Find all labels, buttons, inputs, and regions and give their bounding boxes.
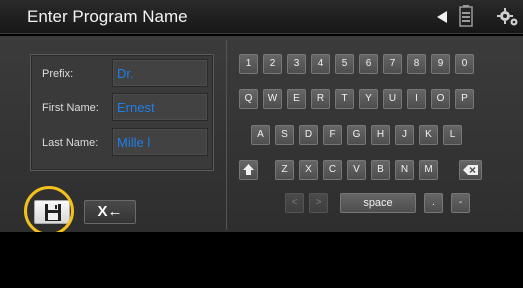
- key-3[interactable]: 3: [287, 54, 306, 74]
- prefix-field[interactable]: Dr.: [112, 59, 208, 87]
- key-z[interactable]: Z: [275, 160, 294, 180]
- battery-icon: [459, 5, 473, 27]
- cursor-right-key[interactable]: >: [309, 193, 328, 213]
- key-d[interactable]: D: [299, 125, 318, 145]
- key-b[interactable]: B: [371, 160, 390, 180]
- key-m[interactable]: M: [419, 160, 438, 180]
- back-triangle-icon[interactable]: [436, 11, 448, 23]
- key-8[interactable]: 8: [407, 54, 426, 74]
- key-0[interactable]: 0: [455, 54, 474, 74]
- prefix-label: Prefix:: [42, 68, 74, 80]
- key-u[interactable]: U: [383, 89, 402, 109]
- highlight-ring: [24, 186, 74, 236]
- space-key[interactable]: space: [340, 193, 416, 213]
- key-5[interactable]: 5: [335, 54, 354, 74]
- key-r[interactable]: R: [311, 89, 330, 109]
- key-p[interactable]: P: [455, 89, 474, 109]
- panel-divider: [226, 40, 227, 230]
- key-4[interactable]: 4: [311, 54, 330, 74]
- gears-icon[interactable]: [497, 7, 519, 27]
- key-i[interactable]: I: [407, 89, 426, 109]
- key-q[interactable]: Q: [239, 89, 258, 109]
- backspace-icon: [463, 165, 478, 175]
- shift-up-arrow-icon: [243, 164, 254, 175]
- key-n[interactable]: N: [395, 160, 414, 180]
- first-name-field[interactable]: Ernest: [112, 93, 208, 121]
- key-t[interactable]: T: [335, 89, 354, 109]
- first-name-label: First Name:: [42, 102, 99, 114]
- key-k[interactable]: K: [419, 125, 438, 145]
- key-l[interactable]: L: [443, 125, 462, 145]
- backspace-key[interactable]: [459, 160, 482, 180]
- key-e[interactable]: E: [287, 89, 306, 109]
- key-s[interactable]: S: [275, 125, 294, 145]
- key-w[interactable]: W: [263, 89, 282, 109]
- page-title: Enter Program Name: [27, 7, 188, 26]
- key-c[interactable]: C: [323, 160, 342, 180]
- clear-button[interactable]: X←: [84, 200, 136, 224]
- key-2[interactable]: 2: [263, 54, 282, 74]
- key-9[interactable]: 9: [431, 54, 450, 74]
- key-6[interactable]: 6: [359, 54, 378, 74]
- shift-key[interactable]: [239, 160, 258, 180]
- title-bar: Enter Program Name: [0, 0, 523, 34]
- key-o[interactable]: O: [431, 89, 450, 109]
- key-a[interactable]: A: [251, 125, 270, 145]
- key-1[interactable]: 1: [239, 54, 258, 74]
- key-f[interactable]: F: [323, 125, 342, 145]
- key-g[interactable]: G: [347, 125, 366, 145]
- key-x[interactable]: X: [299, 160, 318, 180]
- key-h[interactable]: H: [371, 125, 390, 145]
- key-j[interactable]: J: [395, 125, 414, 145]
- cursor-left-key[interactable]: <: [285, 193, 304, 213]
- bottom-bar: [0, 232, 523, 288]
- period-key[interactable]: .: [424, 193, 443, 213]
- key-y[interactable]: Y: [359, 89, 378, 109]
- last-name-field[interactable]: Mille l: [112, 128, 208, 156]
- dash-key[interactable]: -: [451, 193, 470, 213]
- last-name-label: Last Name:: [42, 137, 99, 149]
- key-v[interactable]: V: [347, 160, 366, 180]
- key-7[interactable]: 7: [383, 54, 402, 74]
